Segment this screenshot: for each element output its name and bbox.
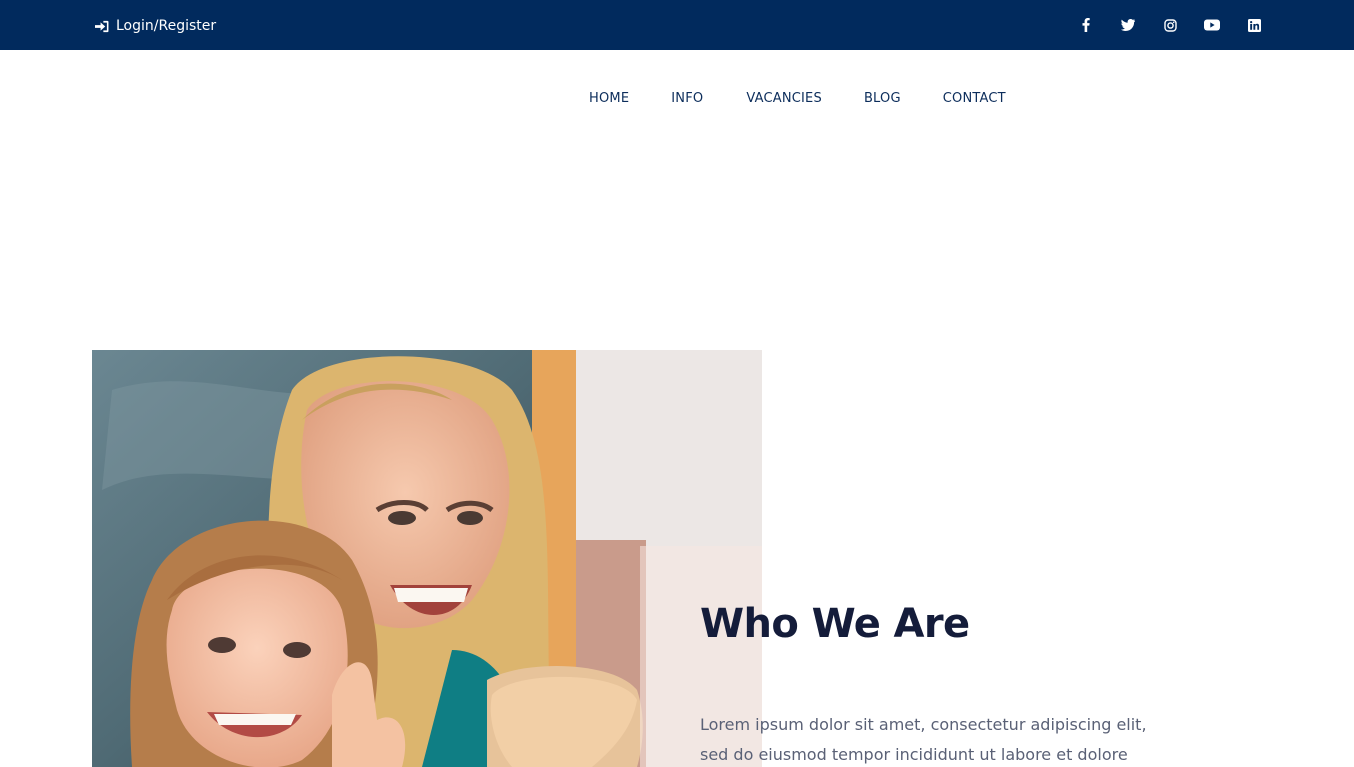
section-heading: Who We Are xyxy=(700,601,970,647)
instagram-icon[interactable] xyxy=(1162,17,1178,33)
nav-home[interactable]: HOME xyxy=(589,91,629,106)
facebook-icon[interactable] xyxy=(1078,17,1094,33)
nav-info[interactable]: INFO xyxy=(671,91,703,106)
sign-in-icon xyxy=(95,20,109,32)
paragraph-line: sed do eiusmod tempor incididunt ut labo… xyxy=(700,745,1128,764)
twitter-icon[interactable] xyxy=(1120,17,1136,33)
nav-blog[interactable]: BLOG xyxy=(864,91,901,106)
paragraph-line: Lorem ipsum dolor sit amet, consectetur … xyxy=(700,715,1147,734)
main-navigation: HOME INFO VACANCIES BLOG CONTACT xyxy=(589,91,1006,106)
nav-contact[interactable]: CONTACT xyxy=(943,91,1006,106)
login-register-label: Login/Register xyxy=(116,18,217,34)
nav-vacancies[interactable]: VACANCIES xyxy=(746,91,822,106)
youtube-icon[interactable] xyxy=(1204,17,1220,33)
section-paragraph: Lorem ipsum dolor sit amet, consectetur … xyxy=(700,710,1170,767)
login-register-link[interactable]: Login/Register xyxy=(94,16,216,36)
top-bar: Login/Register xyxy=(0,0,1354,50)
social-links xyxy=(1078,17,1262,33)
linkedin-icon[interactable] xyxy=(1246,17,1262,33)
